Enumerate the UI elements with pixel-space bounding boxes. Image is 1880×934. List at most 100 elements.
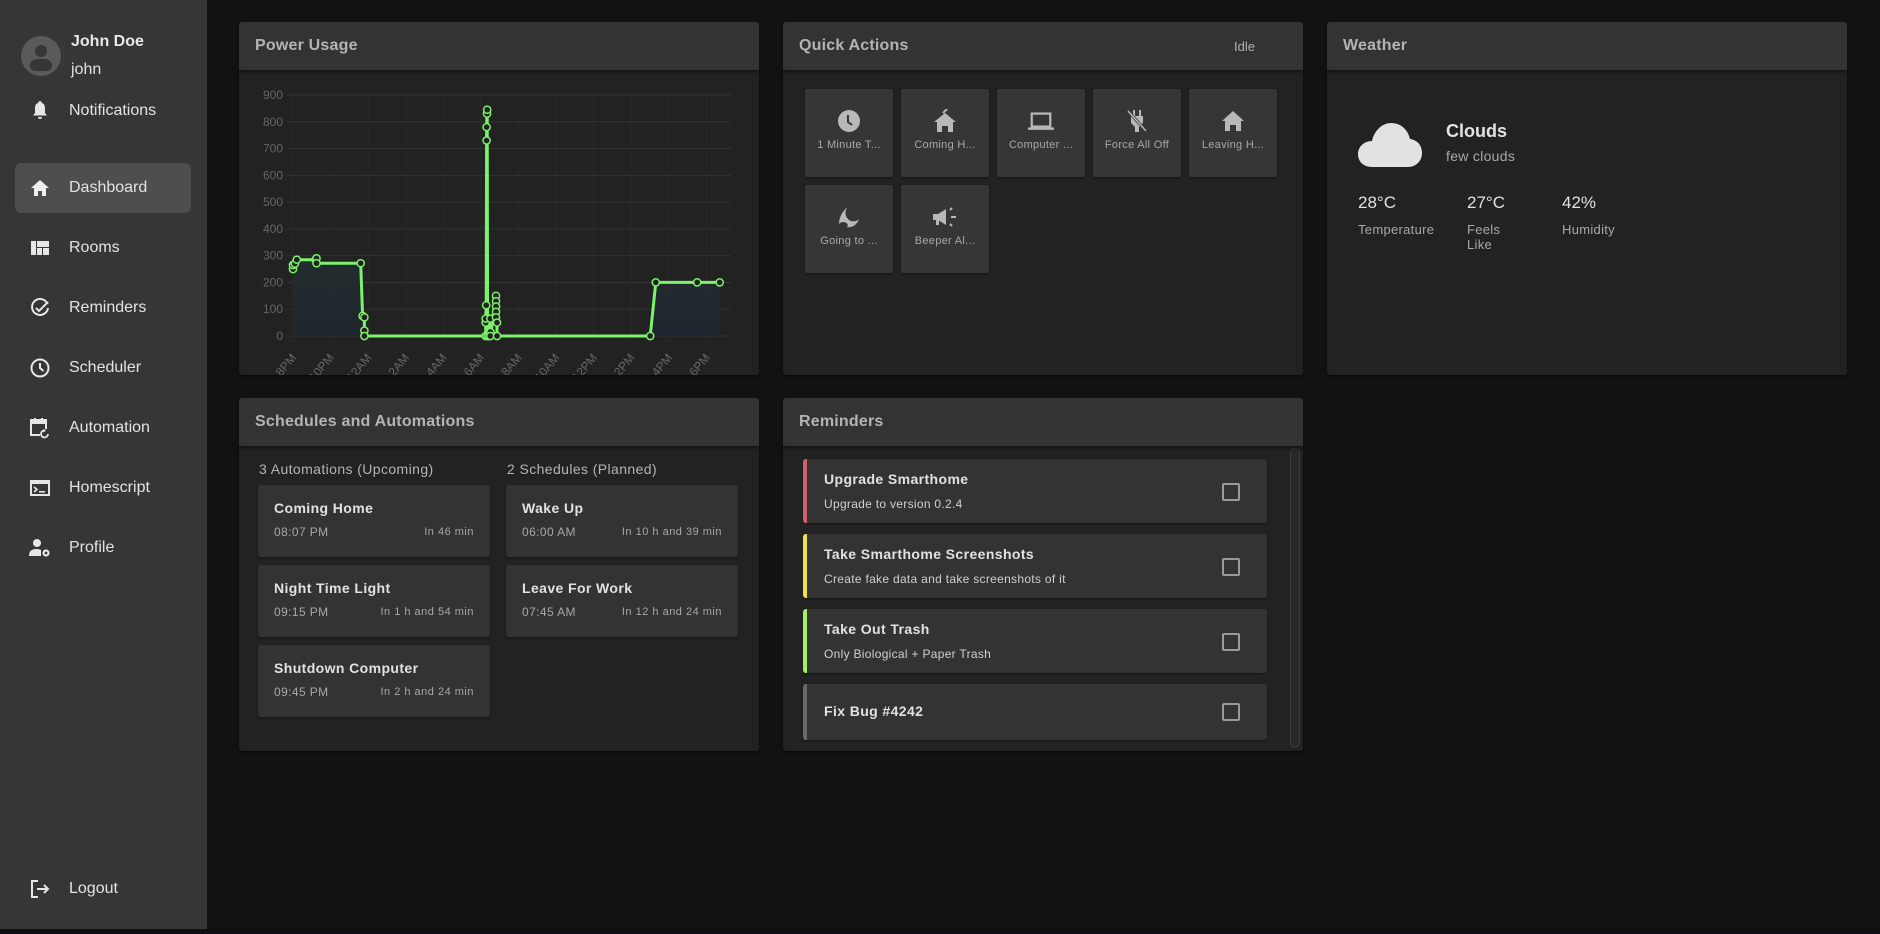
logout-button[interactable]: Logout: [15, 864, 191, 914]
temperature-label: Temperature: [1358, 222, 1435, 237]
reminder-name: Fix Bug #4242: [824, 703, 924, 719]
terminal-icon: [29, 477, 51, 499]
quick-action-label: Force All Off: [1104, 139, 1170, 151]
schedule-item[interactable]: Wake Up 06:00 AM In 10 h and 39 min: [506, 485, 738, 557]
reminder-description: Create fake data and take screenshots of…: [824, 572, 1066, 586]
reminder-checkbox[interactable]: [1222, 703, 1240, 721]
reminders-scrollbar[interactable]: [1290, 448, 1300, 748]
schedules-title: 2 Schedules (Planned): [507, 461, 658, 477]
sidebar-item-profile[interactable]: Profile: [15, 523, 191, 573]
card-title: Reminders: [799, 413, 884, 430]
quick-action-button[interactable]: 1 Minute T...: [805, 89, 893, 177]
x-tick-label: 6PM: [686, 351, 713, 375]
quick-action-button[interactable]: Coming H...: [901, 89, 989, 177]
automation-time: 09:15 PM: [274, 605, 329, 619]
weather-description: few clouds: [1446, 148, 1516, 164]
quick-actions-card: Quick Actions Idle 1 Minute T... Coming …: [783, 22, 1303, 375]
calendar-refresh-icon: [29, 417, 51, 439]
automation-relative: In 2 h and 24 min: [380, 686, 474, 698]
data-point: [482, 122, 491, 132]
clock-filled-icon: [836, 109, 862, 133]
quick-action-button[interactable]: Beeper Al...: [901, 185, 989, 273]
reminder-item[interactable]: Fix Bug #4242: [803, 684, 1267, 740]
reminder-item[interactable]: Take Smarthome Screenshots Create fake d…: [803, 534, 1267, 598]
reminder-name: Upgrade Smarthome: [824, 471, 969, 487]
x-tick-label: 2AM: [385, 351, 412, 375]
dashboard-grid-icon: [29, 237, 51, 259]
humidity-value: 42%: [1562, 193, 1597, 212]
sidebar-item-homescript[interactable]: Homescript: [15, 463, 191, 513]
user-display-name: John Doe: [71, 33, 144, 50]
reminder-description: Only Biological + Paper Trash: [824, 647, 992, 661]
automation-item[interactable]: Night Time Light 09:15 PM In 1 h and 54 m…: [258, 565, 490, 637]
quick-action-label: Leaving H...: [1201, 139, 1265, 151]
y-tick-label: 0: [276, 329, 283, 343]
automation-item[interactable]: Shutdown Computer 09:45 PM In 2 h and 24 …: [258, 645, 490, 717]
user-profile[interactable]: John Doe john: [21, 31, 144, 81]
quick-action-button[interactable]: Force All Off: [1093, 89, 1181, 177]
sleep-moon-icon: [836, 205, 862, 229]
feels-like-value: 27°C: [1467, 193, 1505, 212]
quick-action-button[interactable]: Computer ...: [997, 89, 1085, 177]
card-title: Quick Actions: [799, 37, 909, 54]
reminder-item[interactable]: Take Out Trash Only Biological + Paper T…: [803, 609, 1267, 673]
megaphone-icon: [932, 205, 958, 229]
y-tick-label: 700: [263, 142, 283, 156]
quick-action-button[interactable]: Going to ...: [805, 185, 893, 273]
schedule-item[interactable]: Leave For Work 07:45 AM In 12 h and 24 mi…: [506, 565, 738, 637]
humidity-label: Humidity: [1562, 222, 1615, 237]
schedule-relative: In 10 h and 39 min: [621, 526, 722, 538]
reminder-checkbox[interactable]: [1222, 558, 1240, 576]
sidebar-item-label: Rooms: [69, 239, 120, 256]
schedules-column: 2 Schedules (Planned) Wake Up 06:00 AM In…: [506, 461, 738, 637]
x-tick-label: 6AM: [461, 351, 488, 375]
home-icon: [29, 177, 51, 199]
automation-item[interactable]: Coming Home 08:07 PM In 46 min: [258, 485, 490, 557]
y-tick-label: 100: [263, 302, 283, 316]
x-tick-label: 12AM: [344, 351, 375, 375]
schedules-automations-card: Schedules and Automations 3 Automations …: [239, 398, 759, 751]
priority-indicator: [803, 609, 807, 673]
sidebar-item-dashboard[interactable]: Dashboard: [15, 163, 191, 213]
automations-column: 3 Automations (Upcoming) Coming Home 08:…: [258, 461, 490, 717]
x-tick-label: 4PM: [649, 351, 676, 375]
card-title: Power Usage: [255, 37, 358, 54]
priority-indicator: [803, 684, 807, 740]
automation-time: 08:07 PM: [274, 525, 329, 539]
bottom-strip: [0, 929, 1880, 934]
sidebar-item-label: Dashboard: [69, 179, 148, 196]
sidebar-item-label: Automation: [69, 419, 150, 436]
data-point: [292, 255, 302, 265]
logout-icon: [29, 878, 51, 900]
card-title: Weather: [1343, 37, 1408, 54]
clock-icon: [29, 357, 51, 379]
reminder-checkbox[interactable]: [1222, 483, 1240, 501]
data-point: [360, 312, 369, 322]
data-point: [715, 278, 725, 287]
data-point: [692, 278, 702, 287]
sidebar-item-scheduler[interactable]: Scheduler: [15, 343, 191, 393]
sidebar-item-label: Homescript: [69, 479, 150, 496]
quick-action-button[interactable]: Leaving H...: [1189, 89, 1277, 177]
automation-name: Night Time Light: [274, 580, 391, 596]
data-point: [312, 258, 321, 268]
data-point: [481, 300, 491, 310]
sidebar-item-automation[interactable]: Automation: [15, 403, 191, 453]
data-point: [356, 258, 366, 268]
schedule-time: 06:00 AM: [522, 525, 576, 539]
sidebar-item-label: Profile: [69, 539, 115, 556]
reminder-name: Take Out Trash: [824, 621, 930, 637]
automations-title: 3 Automations (Upcoming): [259, 461, 434, 477]
sidebar-item-reminders[interactable]: Reminders: [15, 283, 191, 333]
data-point: [492, 331, 502, 341]
power-plug-off-icon: [1124, 109, 1150, 133]
sidebar: John Doe john Notifications Dashboard Ro…: [0, 0, 207, 929]
reminder-checkbox[interactable]: [1222, 633, 1240, 651]
weather-card: Weather Clouds few clouds 28°C Temperatur…: [1327, 22, 1847, 375]
reminder-item[interactable]: Upgrade Smarthome Upgrade to version 0.2…: [803, 459, 1267, 523]
sidebar-item-notifications[interactable]: Notifications: [15, 86, 191, 136]
home-icon: [1220, 109, 1246, 133]
x-tick-label: 4AM: [423, 351, 450, 375]
sidebar-item-rooms[interactable]: Rooms: [15, 223, 191, 273]
reminders-card: Reminders Upgrade Smarthome Upgrade to v…: [783, 398, 1303, 751]
